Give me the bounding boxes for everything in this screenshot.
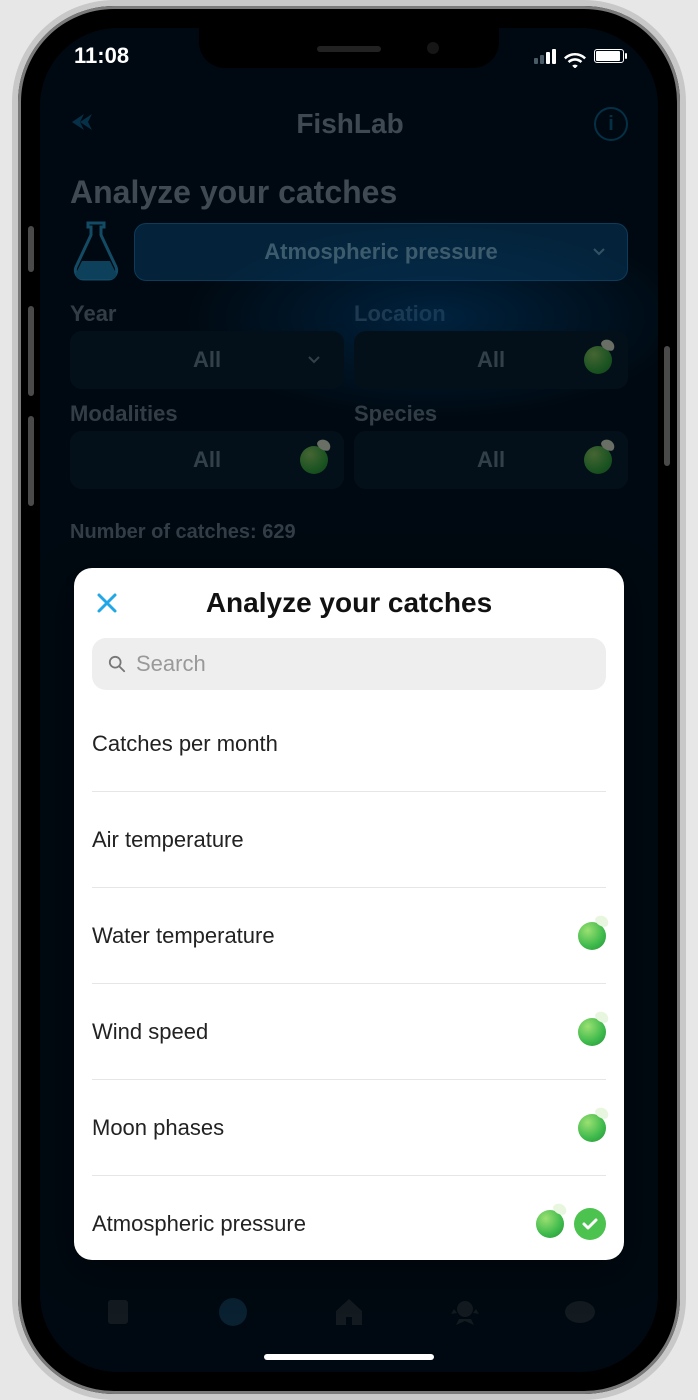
- power-button: [664, 346, 670, 466]
- analysis-option-label: Moon phases: [92, 1115, 224, 1141]
- home-indicator[interactable]: [264, 1354, 434, 1360]
- modal-title: Analyze your catches: [206, 587, 492, 619]
- analysis-option-label: Catches per month: [92, 731, 278, 757]
- close-icon[interactable]: [92, 588, 122, 618]
- analysis-option[interactable]: Wind speed: [92, 984, 606, 1080]
- checkmark-icon: [574, 1208, 606, 1240]
- premium-badge-icon: [578, 1018, 606, 1046]
- volume-button: [28, 306, 34, 396]
- volume-button: [28, 226, 34, 272]
- analysis-option[interactable]: Air temperature: [92, 792, 606, 888]
- analysis-option[interactable]: Atmospheric pressure: [92, 1176, 606, 1260]
- analysis-option[interactable]: Catches per month: [92, 696, 606, 792]
- analysis-option-label: Air temperature: [92, 827, 244, 853]
- premium-badge-icon: [578, 922, 606, 950]
- wifi-icon: [564, 48, 586, 64]
- analysis-option-label: Atmospheric pressure: [92, 1211, 306, 1237]
- phone-frame: 11:08 FishLab i Analyze your c: [18, 6, 680, 1394]
- analysis-option-label: Wind speed: [92, 1019, 208, 1045]
- premium-badge-icon: [536, 1210, 564, 1238]
- search-bar[interactable]: [92, 638, 606, 690]
- status-time: 11:08: [74, 43, 129, 69]
- premium-badge-icon: [578, 1114, 606, 1142]
- phone-screen: 11:08 FishLab i Analyze your c: [40, 28, 658, 1372]
- volume-button: [28, 416, 34, 506]
- battery-icon: [594, 49, 624, 63]
- search-input[interactable]: [136, 651, 590, 677]
- notch: [199, 28, 499, 68]
- analysis-picker-modal: Analyze your catches Catches per month Ai…: [74, 568, 624, 1260]
- search-icon: [108, 655, 126, 673]
- analysis-option-label: Water temperature: [92, 923, 275, 949]
- analysis-option[interactable]: Water temperature: [92, 888, 606, 984]
- cellular-signal-icon: [534, 49, 556, 64]
- analysis-option[interactable]: Moon phases: [92, 1080, 606, 1176]
